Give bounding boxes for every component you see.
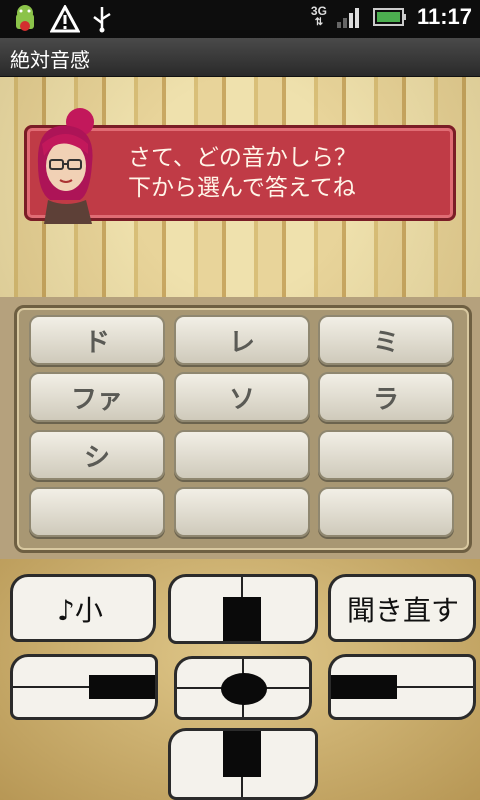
note-button-empty[interactable]	[318, 430, 454, 480]
dpad-left-key	[89, 675, 155, 699]
message-line-1: さて、どの音かしら？	[128, 145, 357, 171]
note-button-ra[interactable]: ラ	[318, 372, 454, 422]
message-line-2: 下から選んで答えてね	[128, 175, 356, 201]
dpad-down-key	[223, 731, 261, 777]
volume-label: ♪小	[57, 594, 103, 627]
usb-icon	[93, 7, 111, 33]
dpad-up-key	[223, 597, 261, 641]
app-title-bar: 絶対音感	[0, 38, 480, 77]
note-button-do[interactable]: ド	[29, 315, 165, 365]
dpad-down-button[interactable]	[168, 728, 318, 800]
note-button-empty[interactable]	[174, 487, 310, 537]
dpad-right-key	[331, 675, 397, 699]
note-button-empty[interactable]	[174, 430, 310, 480]
dpad-up-button[interactable]	[168, 574, 318, 644]
battery-icon	[372, 8, 406, 26]
note-button-fa[interactable]: ファ	[29, 372, 165, 422]
clock: 11:17	[416, 4, 472, 29]
volume-button[interactable]: ♪小	[10, 574, 156, 642]
dpad-center-key	[221, 673, 267, 705]
warning-icon	[50, 5, 80, 33]
network-type: 3G	[310, 4, 327, 18]
note-button-empty[interactable]	[318, 487, 454, 537]
note-button-mi[interactable]: ミ	[318, 315, 454, 365]
status-bar: 3G ⇅ 11:17	[0, 0, 480, 38]
dpad-right-button[interactable]	[328, 654, 476, 720]
character-avatar	[37, 108, 94, 224]
replay-label: 聞き直す	[347, 594, 460, 627]
replay-button[interactable]: 聞き直す	[328, 574, 476, 642]
android-debug-icon	[16, 5, 34, 31]
dpad-center-button[interactable]	[174, 656, 312, 720]
message-text: さて、どの音かしら？ 下から選んで答えてね	[128, 143, 357, 203]
note-button-empty[interactable]	[29, 487, 165, 537]
note-button-so[interactable]: ソ	[174, 372, 310, 422]
app-title: 絶対音感	[10, 48, 90, 72]
signal-icon	[336, 8, 359, 28]
note-button-re[interactable]: レ	[174, 315, 310, 365]
network-indicator: 3G ⇅	[310, 4, 327, 28]
dpad-left-button[interactable]	[10, 654, 158, 720]
note-button-shi[interactable]: シ	[29, 430, 165, 480]
